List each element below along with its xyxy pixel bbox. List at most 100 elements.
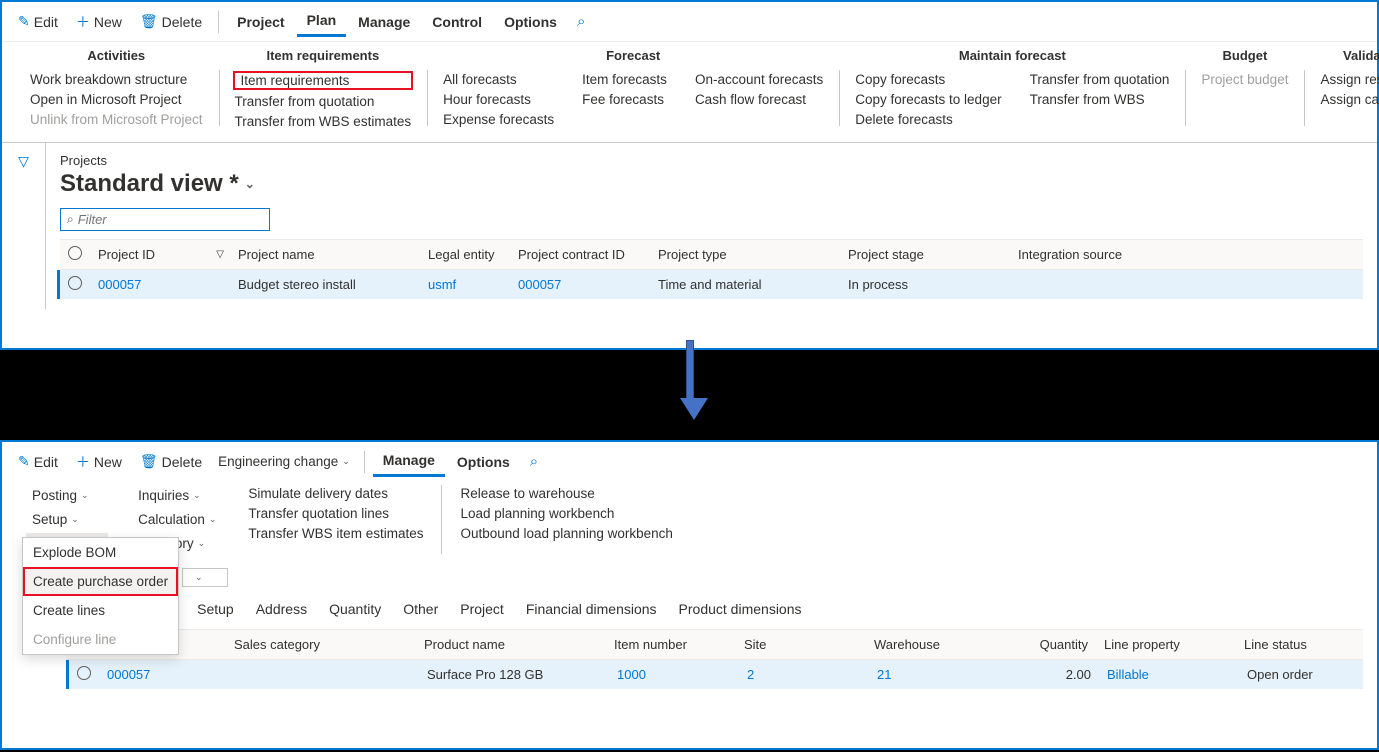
simulate-delivery-link[interactable]: Simulate delivery dates [246,485,425,502]
col-line-status[interactable]: Line status [1236,637,1346,652]
edit-button[interactable]: ✎Edit [10,449,66,474]
cell-project-id[interactable]: 000057 [99,667,229,682]
subtab-other[interactable]: Other [403,599,438,619]
cell-warehouse[interactable]: 21 [869,667,1029,682]
cell-item-number[interactable]: 1000 [609,667,739,682]
cell-product-name: Surface Pro 128 GB [419,667,609,682]
chevron-down-icon[interactable]: ⌄ [245,177,255,191]
tab-options[interactable]: Options [447,448,520,476]
search-icon[interactable]: ⌕ [522,449,546,474]
copy-forecasts-link[interactable]: Copy forecasts [853,71,1003,88]
select-all-radio[interactable] [68,246,82,260]
new-button[interactable]: ＋New [68,8,130,36]
fee-forecasts-link[interactable]: Fee forecasts [580,91,669,108]
item-forecasts-link[interactable]: Item forecasts [580,71,669,88]
picker-dropdown[interactable]: ⌄ [182,568,228,587]
tab-control[interactable]: Control [422,8,492,36]
transfer-from-wbs-link[interactable]: Transfer from WBS [1028,91,1172,108]
tab-manage[interactable]: Manage [373,446,445,477]
unlink-msproject-link: Unlink from Microsoft Project [28,111,205,128]
wbs-link[interactable]: Work breakdown structure [28,71,205,88]
subtab-financial-dimensions[interactable]: Financial dimensions [526,599,657,619]
col-line-property[interactable]: Line property [1096,637,1236,652]
col-contract-id[interactable]: Project contract ID [510,247,650,262]
table-row[interactable]: 000057 Budget stereo install usmf 000057… [57,270,1363,299]
col-project-stage[interactable]: Project stage [840,247,1010,262]
transfer-wbs-item-link[interactable]: Transfer WBS item estimates [246,525,425,542]
engineering-change-button[interactable]: Engineering change⌄ [212,451,356,472]
setup-dropdown[interactable]: Setup⌄ [26,509,108,530]
transfer-quotation-lines-link[interactable]: Transfer quotation lines [246,505,425,522]
picker-row: ⌄ [182,568,1377,587]
transfer-from-quotation-link[interactable]: Transfer from quotation [1028,71,1172,88]
delete-forecasts-link[interactable]: Delete forecasts [853,111,1003,128]
delete-button[interactable]: 🗑Delete [132,9,210,34]
col-quantity[interactable]: Quantity [1026,637,1096,652]
onaccount-forecasts-link[interactable]: On-account forecasts [693,71,825,88]
plus-icon: ＋ [76,12,90,32]
subtab-product-dimensions[interactable]: Product dimensions [679,599,802,619]
tab-plan[interactable]: Plan [297,6,347,37]
cell-line-property[interactable]: Billable [1099,667,1239,682]
inquiries-dropdown[interactable]: Inquiries⌄ [132,485,222,506]
cashflow-forecast-link[interactable]: Cash flow forecast [693,91,825,108]
tab-manage[interactable]: Manage [348,8,420,36]
filter-input[interactable] [78,212,263,227]
search-icon[interactable]: ⌕ [569,9,593,34]
filter-icon[interactable]: ▽ [216,249,224,260]
create-lines-item[interactable]: Create lines [23,596,178,625]
copy-forecasts-ledger-link[interactable]: Copy forecasts to ledger [853,91,1003,108]
hour-forecasts-link[interactable]: Hour forecasts [441,91,556,108]
separator [364,451,365,473]
cell-legal-entity[interactable]: usmf [420,277,510,292]
edit-button[interactable]: ✎Edit [10,9,66,34]
transfer-wbs-est-link[interactable]: Transfer from WBS estimates [233,113,414,130]
assign-categories-link[interactable]: Assign categories [1318,91,1379,108]
funnel-icon[interactable]: ▽ [18,153,29,169]
col-project-name[interactable]: Project name [230,247,420,262]
outbound-load-planning-link[interactable]: Outbound load planning workbench [458,525,674,542]
row-radio[interactable] [77,666,91,680]
col-site[interactable]: Site [736,637,866,652]
delete-button[interactable]: 🗑Delete [132,449,210,474]
col-project-id[interactable]: Project ID▽ [90,247,230,262]
item-requirements-link[interactable]: Item requirements [233,71,414,90]
calculation-dropdown[interactable]: Calculation⌄ [132,509,222,530]
tab-options[interactable]: Options [494,8,567,36]
explode-bom-item[interactable]: Explode BOM [23,538,178,567]
subtab-quantity[interactable]: Quantity [329,599,381,619]
release-warehouse-link[interactable]: Release to warehouse [458,485,674,502]
ribbon-title: Activities [28,48,205,63]
col-product-name[interactable]: Product name [416,637,606,652]
all-forecasts-link[interactable]: All forecasts [441,71,556,88]
cell-project-id[interactable]: 000057 [90,277,230,292]
chevron-down-icon: ⌄ [195,572,203,583]
create-purchase-order-item[interactable]: Create purchase order [23,567,178,596]
assign-resources-link[interactable]: Assign resources [1318,71,1379,88]
col-project-type[interactable]: Project type [650,247,840,262]
col-integration[interactable]: ▽Integration source [1010,247,1170,262]
open-msproject-link[interactable]: Open in Microsoft Project [28,91,205,108]
col-warehouse[interactable]: Warehouse [866,637,1026,652]
separator [218,11,219,33]
cell-project-name: Budget stereo install [230,277,420,292]
cell-site[interactable]: 2 [739,667,869,682]
table-row[interactable]: 000057 Surface Pro 128 GB 1000 2 21 2.00… [66,660,1363,689]
col-sales-category[interactable]: ▽Sales category [226,637,416,652]
cell-contract-id[interactable]: 000057 [510,277,650,292]
col-legal-entity[interactable]: Legal entity [420,247,510,262]
col-item-number[interactable]: Item number [606,637,736,652]
subtab-project[interactable]: Project [460,599,504,619]
posting-dropdown[interactable]: Posting⌄ [26,485,108,506]
new-button[interactable]: ＋New [68,448,130,476]
subtab-address[interactable]: Address [256,599,307,619]
subtab-setup[interactable]: Setup [197,599,234,619]
row-radio[interactable] [68,276,82,290]
grid-header: Project ID ▽Sales category Product name … [66,629,1363,660]
ribbon-title: Forecast [441,48,825,63]
tab-project[interactable]: Project [227,8,294,36]
transfer-quotation-link[interactable]: Transfer from quotation [233,93,414,110]
filter-input-wrap[interactable]: ⌕ [60,208,270,231]
expense-forecasts-link[interactable]: Expense forecasts [441,111,556,128]
load-planning-link[interactable]: Load planning workbench [458,505,674,522]
